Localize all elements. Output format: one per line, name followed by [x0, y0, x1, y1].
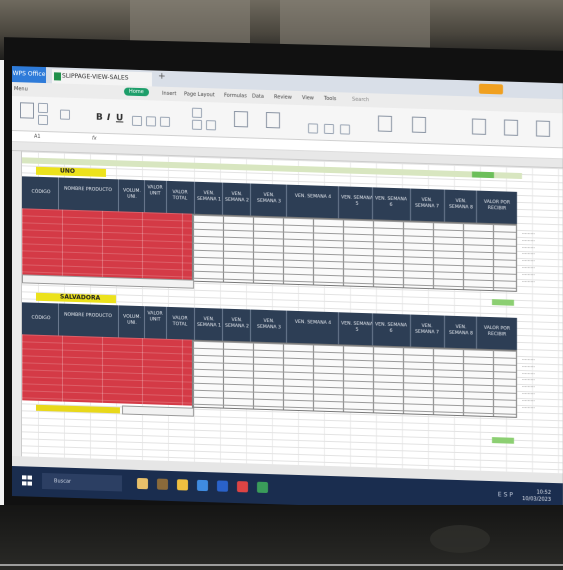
window-controls — [457, 83, 557, 96]
header-volumen-2[interactable]: VOLUM. UNI. — [118, 314, 146, 327]
cut-icon[interactable] — [38, 102, 48, 114]
section-2-total-green[interactable] — [492, 437, 514, 444]
header-semana-6-2[interactable]: VEN. SEMANA 6 — [374, 322, 408, 335]
spreadsheet-icon — [54, 72, 61, 81]
menu-item-menu[interactable]: Menu — [14, 86, 28, 92]
italic-icon[interactable]: I — [107, 113, 110, 123]
document-tab-label: SLIPPAGE-VIEW-SALES — [62, 72, 129, 82]
photo-bottom-edge — [0, 564, 563, 566]
header-semana-8[interactable]: VEN. SEMANA 8 — [446, 199, 476, 212]
percent-icon[interactable] — [324, 123, 334, 135]
paste-icon[interactable] — [20, 102, 34, 119]
monitor-screen: WPS Office SLIPPAGE-VIEW-SALES + Menu Ho… — [12, 66, 563, 514]
taskbar-app-icon-4[interactable] — [197, 479, 208, 492]
align-center-icon[interactable] — [206, 120, 216, 131]
align-left-icon[interactable] — [192, 119, 202, 130]
section-label-1-text: UNO — [60, 167, 75, 175]
bold-icon[interactable]: B — [96, 113, 103, 123]
menu-item-tools[interactable]: Tools — [324, 96, 336, 102]
header-semana-4-2[interactable]: VEN. SEMANA 4 — [290, 320, 336, 327]
menu-item-review[interactable]: Review — [274, 94, 292, 101]
wps-brand-tab[interactable]: WPS Office — [12, 66, 46, 84]
border-icon[interactable] — [132, 115, 142, 127]
taskbar-app-icon-1[interactable] — [137, 477, 148, 490]
desk-object — [430, 525, 490, 553]
desk-foreground — [0, 505, 563, 570]
taskbar-app-icon-5[interactable] — [217, 480, 228, 492]
header-semana-5[interactable]: VEN. SEMANA 5 — [340, 195, 374, 208]
fill-color-icon[interactable] — [146, 116, 156, 127]
windows-start-icon[interactable] — [22, 475, 32, 486]
section-2-side-notes: ········· ········· ········· ········· ····… — [522, 358, 535, 412]
menu-item-formulas[interactable]: Formulas — [224, 93, 247, 100]
section-2-week-cells[interactable] — [192, 339, 517, 418]
section-label-2-text: SALVADORA — [60, 293, 101, 302]
font-color-icon[interactable] — [160, 116, 170, 127]
wrap-text-icon[interactable] — [266, 111, 280, 129]
header-semana-6[interactable]: VEN. SEMANA 6 — [374, 196, 408, 209]
header-valor-por-recibir[interactable]: VALOR POR RECIBIR — [478, 200, 516, 213]
menu-item-data[interactable]: Data — [252, 94, 264, 100]
menu-item-home[interactable]: Home — [124, 87, 149, 97]
header-semana-2-2[interactable]: VEN. SEMANA 2 — [224, 318, 250, 331]
header-semana-1-2[interactable]: VEN. SEMANA 1 — [196, 317, 222, 330]
conditional-format-icon[interactable] — [378, 115, 392, 132]
sum-icon[interactable] — [472, 118, 486, 135]
taskbar-clock[interactable]: 10:52 10/03/2023 — [522, 489, 551, 504]
header-valor-por-recibir-2[interactable]: VALOR POR RECIBIR — [478, 326, 516, 339]
new-tab-button[interactable]: + — [158, 72, 166, 82]
underline-icon[interactable]: U — [116, 113, 123, 123]
align-top-icon[interactable] — [192, 107, 202, 118]
header-codigo-2[interactable]: CÓDIGO — [26, 315, 56, 322]
clock-date: 10/03/2023 — [522, 496, 551, 503]
menu-item-insert[interactable]: Insert — [162, 91, 176, 97]
header-codigo[interactable]: CÓDIGO — [26, 189, 56, 196]
section-1-product-cells[interactable] — [22, 208, 192, 280]
filter-icon[interactable] — [504, 119, 518, 136]
menu-search[interactable]: Search — [352, 97, 369, 104]
section-1-side-notes: ········· ········· ········· ········· ····… — [522, 232, 535, 286]
header-nombre-producto[interactable]: NOMBRE PRODUCTO — [60, 187, 116, 195]
section-1-total-green[interactable] — [492, 299, 514, 306]
taskbar-app-icon-2[interactable] — [157, 478, 168, 490]
row-headers — [12, 151, 22, 457]
header-semana-8-2[interactable]: VEN. SEMANA 8 — [446, 325, 476, 338]
header-semana-2[interactable]: VEN. SEMANA 2 — [224, 192, 250, 205]
header-valor-unit-2[interactable]: VALOR UNIT — [144, 311, 166, 324]
header-valor-total-2[interactable]: VALOR TOTAL — [166, 316, 194, 329]
header-semana-3[interactable]: VEN. SEMANA 3 — [254, 193, 284, 206]
system-tray[interactable]: ESP — [498, 491, 515, 499]
header-volumen[interactable]: VOLUM. UNI. — [118, 188, 146, 201]
currency-icon[interactable] — [308, 123, 318, 134]
copy-icon[interactable] — [38, 114, 48, 126]
fx-icon[interactable]: fx — [92, 136, 97, 142]
header-nombre-producto-2[interactable]: NOMBRE PRODUCTO — [60, 313, 116, 321]
chrome-icon[interactable] — [257, 481, 268, 494]
section-2-product-cells[interactable] — [22, 334, 192, 406]
header-semana-5-2[interactable]: VEN. SEMANA 5 — [340, 321, 374, 334]
header-valor-total[interactable]: VALOR TOTAL — [166, 190, 194, 203]
menu-item-page-layout[interactable]: Page Layout — [184, 91, 215, 98]
thousands-icon[interactable] — [340, 124, 350, 135]
header-semana-3-2[interactable]: VEN. SEMANA 3 — [254, 319, 284, 332]
header-semana-4[interactable]: VEN. SEMANA 4 — [290, 194, 336, 201]
header-semana-7[interactable]: VEN. SEMANA 7 — [412, 198, 442, 211]
format-painter-icon[interactable] — [60, 109, 70, 120]
section-1-week-cells[interactable] — [192, 213, 517, 292]
top-total-cell[interactable] — [472, 171, 494, 179]
sort-icon[interactable] — [536, 120, 550, 137]
header-semana-1[interactable]: VEN. SEMANA 1 — [196, 191, 222, 204]
folder-icon[interactable] — [177, 479, 188, 491]
header-valor-unit[interactable]: VALOR UNIT — [144, 185, 166, 198]
table-style-icon[interactable] — [412, 116, 426, 134]
name-box[interactable]: A1 — [34, 134, 41, 140]
header-semana-7-2[interactable]: VEN. SEMANA 7 — [412, 324, 442, 337]
account-badge[interactable] — [479, 83, 503, 95]
menu-item-view[interactable]: View — [302, 95, 314, 101]
taskbar-search[interactable]: Buscar — [42, 472, 122, 492]
merge-center-icon[interactable] — [234, 110, 248, 128]
taskbar-app-icon-6[interactable] — [237, 481, 248, 493]
